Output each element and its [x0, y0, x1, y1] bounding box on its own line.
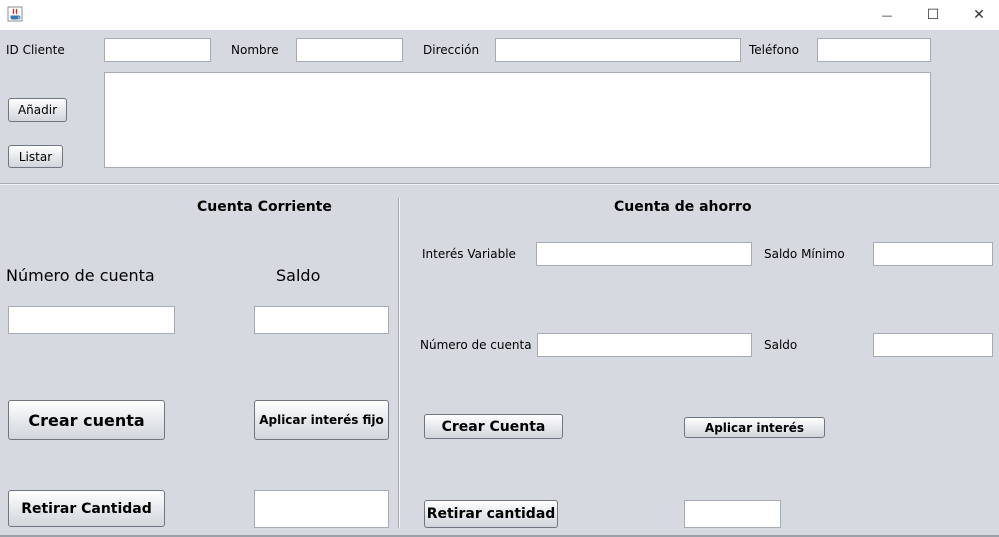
savings-account-balance-label: Saldo: [764, 338, 798, 352]
min-balance-label: Saldo Mínimo: [764, 247, 845, 261]
client-name-input[interactable]: [296, 38, 403, 62]
java-app-icon: [7, 6, 23, 22]
apply-fixed-interest-button[interactable]: Aplicar interés fijo: [254, 400, 389, 440]
vertical-separator-highlight: [399, 198, 400, 528]
close-button[interactable]: ✕: [956, 0, 999, 30]
variable-interest-input[interactable]: [536, 242, 752, 266]
client-address-label: Dirección: [423, 43, 480, 57]
title-bar: — ☐ ✕: [0, 0, 999, 30]
current-account-title: Cuenta Corriente: [197, 199, 332, 215]
client-id-input[interactable]: [104, 38, 211, 62]
create-savings-account-button[interactable]: Crear Cuenta: [424, 414, 563, 439]
create-current-account-button[interactable]: Crear cuenta: [8, 400, 165, 440]
horizontal-separator-highlight: [0, 184, 999, 185]
client-phone-label: Teléfono: [749, 43, 799, 57]
maximize-icon: ☐: [926, 7, 940, 23]
client-address-input[interactable]: [495, 38, 741, 62]
current-account-balance-label: Saldo: [276, 266, 321, 285]
current-account-number-input[interactable]: [8, 306, 175, 334]
withdraw-current-amount-input[interactable]: [254, 490, 389, 528]
withdraw-current-button[interactable]: Retirar Cantidad: [8, 490, 165, 527]
withdraw-savings-button[interactable]: Retirar cantidad: [424, 500, 558, 528]
client-phone-input[interactable]: [817, 38, 931, 62]
current-account-number-label: Número de cuenta: [6, 266, 155, 285]
savings-account-number-label: Número de cuenta: [420, 338, 532, 352]
variable-interest-label: Interés Variable: [422, 247, 516, 261]
savings-account-balance-input[interactable]: [873, 333, 993, 357]
savings-account-number-input[interactable]: [537, 333, 752, 357]
minimize-icon: —: [881, 8, 893, 22]
client-id-label: ID Cliente: [6, 43, 65, 57]
add-client-button[interactable]: Añadir: [8, 98, 67, 122]
close-icon: ✕: [973, 7, 985, 23]
list-clients-button[interactable]: Listar: [8, 145, 63, 168]
savings-account-title: Cuenta de ahorro: [614, 199, 752, 215]
apply-interest-button[interactable]: Aplicar interés: [684, 417, 825, 438]
client-list-textarea[interactable]: [104, 72, 931, 168]
min-balance-input[interactable]: [873, 242, 993, 266]
withdraw-savings-amount-input[interactable]: [684, 500, 781, 528]
minimize-button[interactable]: —: [864, 0, 910, 30]
maximize-button[interactable]: ☐: [910, 0, 956, 30]
client-name-label: Nombre: [231, 43, 279, 57]
current-account-balance-input[interactable]: [254, 306, 389, 334]
